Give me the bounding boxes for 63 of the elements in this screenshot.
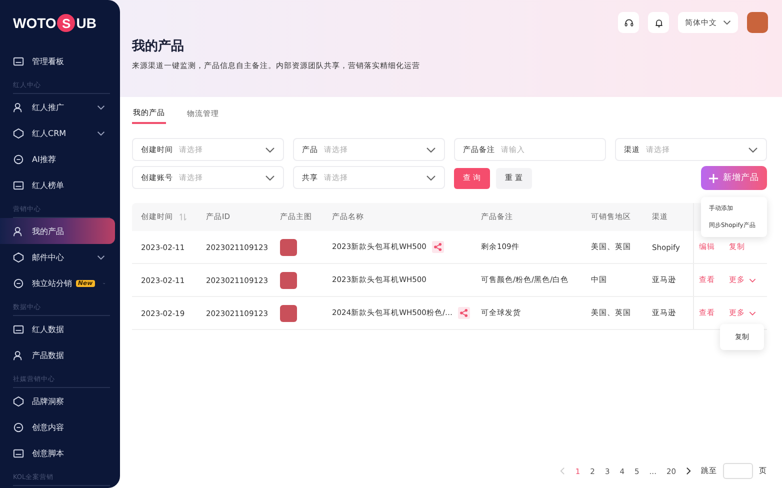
nav-icon [13,278,24,288]
nav-item[interactable]: 我的产品 [0,218,115,244]
headset-icon [624,18,634,28]
nav-item[interactable]: 品牌洞察 [0,388,115,414]
nav-item[interactable]: 产品数据 [0,342,115,368]
photo-placeholder [280,238,297,256]
nav-label: 管理看板 [32,56,64,66]
photo-placeholder [280,304,297,322]
plus-icon [709,174,718,182]
nav-item[interactable]: AI推荐 [0,146,115,172]
nav-label: 红人数据 [32,324,64,334]
nav-label: 红人榜单 [32,180,64,190]
chevron-down-icon [426,146,436,152]
nav-icon [13,102,24,112]
chevron-down-icon [97,130,105,136]
bell-icon [654,18,664,28]
nav-icon [13,56,24,66]
nav-icon [13,324,24,334]
logo: WOTO S UB [13,13,97,34]
chevron-down-icon [97,254,105,260]
chevron-down-icon [723,20,731,25]
nav-item[interactable]: 红人CRM [0,120,115,146]
chevron-down-icon [265,174,275,180]
chevron-down-icon [97,104,105,110]
nav-item[interactable]: 管理看板 [0,48,115,74]
nav-label: 独立站分销 [32,278,72,288]
nav-label: 邮件中心 [32,252,64,262]
nav-icon [13,396,24,406]
nav-icon [13,226,24,236]
nav-icon [13,422,24,432]
support-button[interactable] [618,12,639,33]
nav-item[interactable]: 红人榜单 [0,172,115,198]
nav-item[interactable]: 创意内容 [0,414,115,440]
sort-icon[interactable] [179,213,187,221]
nav-label: 红人CRM [32,128,66,138]
nav-icon [13,180,24,190]
nav-icon [13,128,24,138]
nav-label: 创意脚本 [32,448,64,458]
avatar[interactable] [747,12,768,33]
nav-item[interactable]: 红人推广 [0,94,115,120]
nav-icon [13,154,24,164]
chevron-down-icon [749,310,756,316]
nav-item[interactable]: 红人数据 [0,316,115,342]
chevron-down-icon [748,146,758,152]
page-input[interactable] [723,463,753,479]
photo-placeholder [280,272,297,288]
nav-label: 品牌洞察 [32,396,64,406]
nav-item[interactable]: 邮件中心 [0,244,115,270]
nav-label: 创意内容 [32,422,64,432]
nav-label: 我的产品 [32,226,64,236]
nav-label: 红人推广 [32,102,64,112]
chevron-down-icon [265,146,275,152]
nav-label: AI推荐 [32,154,56,164]
page-title: 我的产品 [132,38,184,55]
nav-icon [13,252,24,262]
next-page-icon[interactable] [686,467,691,475]
notification-button[interactable] [648,12,669,33]
nav-icon [13,448,24,458]
chevron-down-icon [749,278,756,282]
nav-label: 产品数据 [32,350,64,360]
nav-icon [13,350,24,360]
chevron-down-icon [426,174,436,180]
nav-item[interactable]: 创意脚本 [0,440,115,466]
